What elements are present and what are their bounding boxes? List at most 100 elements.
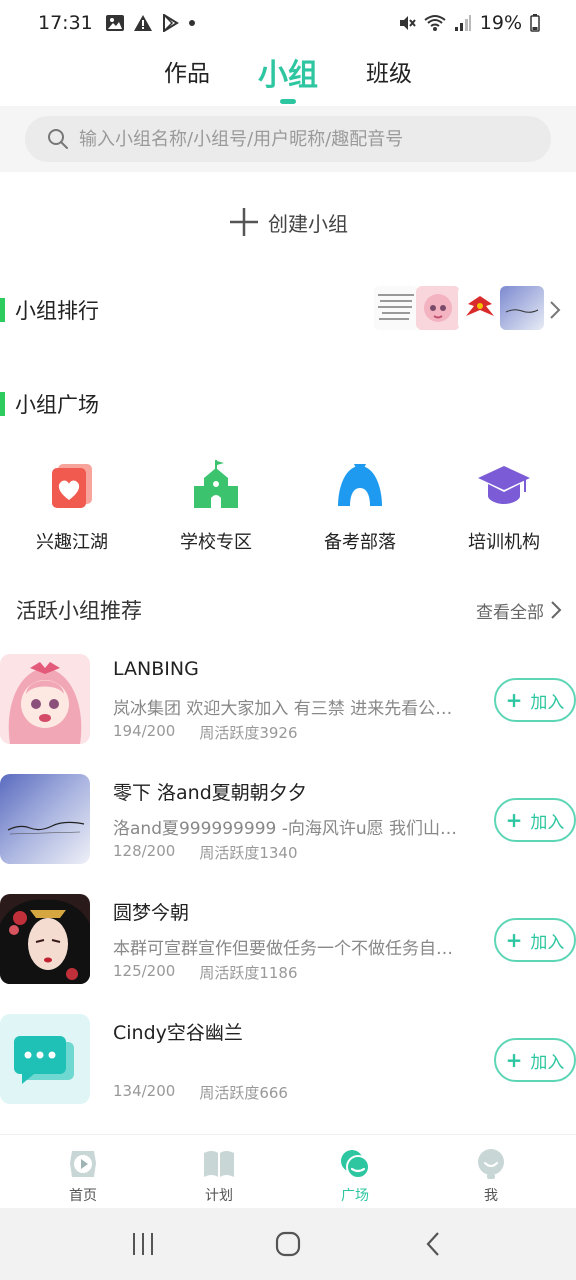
plus-icon: +	[505, 928, 523, 952]
status-bar: 17:31 19%	[0, 0, 576, 46]
system-nav-bar	[0, 1208, 576, 1280]
plus-icon: +	[505, 808, 523, 832]
dot-icon	[188, 20, 195, 26]
ranking-thumb-1	[374, 286, 418, 330]
recent-apps-icon	[132, 1233, 153, 1255]
join-button[interactable]: + 加入	[494, 1038, 576, 1082]
plaza-label: 学校专区	[180, 532, 252, 553]
group-name: LANBING	[113, 658, 199, 680]
nav-item-me[interactable]: 我	[423, 1135, 559, 1208]
school-building-icon	[194, 460, 238, 508]
play-store-icon	[162, 14, 179, 32]
nav-item-home[interactable]: 首页	[15, 1135, 151, 1208]
group-list-item[interactable]: Cindy空谷幽兰 134/200 周活跃度666 + 加入	[0, 1014, 576, 1114]
heart-card-icon	[52, 464, 92, 508]
plaza-label: 备考部落	[324, 532, 396, 553]
plaza-label: 培训机构	[468, 532, 540, 553]
group-description: 本群可宣群宣作但要做任务一个不做任务自己…	[113, 939, 468, 959]
section-accent-bar	[0, 298, 5, 322]
signal-icon	[454, 15, 471, 31]
status-notification-icons	[105, 14, 197, 32]
nav-item-plaza[interactable]: 广场	[287, 1135, 423, 1208]
group-plaza-title: 小组广场	[15, 393, 99, 417]
tab-works[interactable]: 作品	[164, 54, 210, 104]
search-box[interactable]	[25, 116, 551, 162]
create-group-button[interactable]: 创建小组	[0, 196, 576, 248]
tab-groups[interactable]: 小组	[258, 50, 318, 104]
group-name: 圆梦今朝	[113, 902, 190, 924]
plaza-label: 兴趣江湖	[36, 532, 108, 553]
group-list-item[interactable]: 零下 洛and夏朝朝夕夕 洛and夏999999999 -向海风许u愿 我们山海…	[0, 774, 576, 874]
group-meta: 194/200 周活跃度3926	[113, 722, 298, 743]
group-list-item[interactable]: LANBING 岚冰集团 欢迎大家加入 有三禁 进来先看公告… 194/200 …	[0, 654, 576, 754]
join-label: 加入	[530, 692, 565, 713]
section-accent-bar	[0, 392, 5, 416]
ranking-thumb-4	[500, 286, 544, 330]
view-all-link[interactable]: 查看全部	[476, 598, 562, 623]
join-label: 加入	[530, 932, 565, 953]
chevron-right-icon	[551, 601, 562, 619]
back-icon	[426, 1232, 440, 1256]
wifi-icon	[424, 15, 446, 31]
plaza-item-interest[interactable]: 兴趣江湖	[0, 458, 144, 558]
plaza-item-exam[interactable]: 备考部落	[288, 458, 432, 558]
create-group-label: 创建小组	[268, 211, 348, 236]
nav-label: 计划	[205, 1188, 233, 1204]
battery-icon	[530, 14, 540, 32]
top-tabs: 作品 小组 班级	[0, 46, 576, 104]
join-button[interactable]: + 加入	[494, 678, 576, 722]
chat-bubble-icon	[341, 1150, 370, 1179]
nav-label: 首页	[69, 1188, 97, 1204]
plaza-categories: 兴趣江湖 学校专区 备考部落 培训机构	[0, 458, 576, 558]
group-activity: 周活跃度3926	[199, 724, 298, 742]
status-time: 17:31	[38, 12, 93, 34]
join-button[interactable]: + 加入	[494, 918, 576, 962]
nav-label: 我	[484, 1188, 498, 1204]
group-plaza-section: 小组广场	[0, 384, 576, 424]
group-name: Cindy空谷幽兰	[113, 1022, 243, 1044]
group-ranking-section[interactable]: 小组排行	[0, 286, 576, 330]
group-avatar	[0, 654, 90, 744]
chevron-right-icon	[550, 301, 561, 319]
plaza-item-training[interactable]: 培训机构	[432, 458, 576, 558]
group-member-count: 134/200	[113, 1082, 176, 1100]
tent-icon	[338, 464, 382, 506]
book-icon	[204, 1151, 234, 1177]
home-circle-icon	[275, 1231, 301, 1257]
view-all-label: 查看全部	[476, 602, 544, 623]
plaza-item-school[interactable]: 学校专区	[144, 458, 288, 558]
mute-icon	[399, 16, 416, 30]
home-button[interactable]	[258, 1219, 318, 1269]
search-icon	[48, 129, 68, 149]
image-icon	[105, 15, 124, 31]
play-icon	[70, 1151, 96, 1177]
group-meta: 134/200 周活跃度666	[113, 1082, 288, 1103]
ranking-thumb-2	[416, 286, 460, 330]
group-name: 零下 洛and夏朝朝夕夕	[113, 782, 307, 804]
join-label: 加入	[530, 812, 565, 833]
group-member-count: 125/200	[113, 962, 176, 980]
group-description: 岚冰集团 欢迎大家加入 有三禁 进来先看公告…	[113, 699, 468, 719]
search-input[interactable]	[79, 128, 519, 150]
nav-label: 广场	[341, 1188, 369, 1204]
join-label: 加入	[530, 1052, 565, 1073]
group-activity: 周活跃度666	[199, 1084, 288, 1102]
profile-icon	[478, 1149, 504, 1179]
ranking-thumbnails	[374, 286, 544, 330]
group-activity: 周活跃度1186	[199, 964, 298, 982]
group-member-count: 128/200	[113, 842, 176, 860]
ranking-thumb-3	[458, 286, 502, 330]
group-ranking-title: 小组排行	[15, 299, 99, 323]
group-activity: 周活跃度1340	[199, 844, 298, 862]
nav-item-plan[interactable]: 计划	[151, 1135, 287, 1208]
join-button[interactable]: + 加入	[494, 798, 576, 842]
group-list-item[interactable]: 圆梦今朝 本群可宣群宣作但要做任务一个不做任务自己… 125/200 周活跃度1…	[0, 894, 576, 994]
back-button[interactable]	[403, 1219, 463, 1269]
graduation-cap-icon	[478, 466, 530, 504]
active-groups-header: 活跃小组推荐 查看全部	[0, 590, 576, 630]
bottom-nav: 首页 计划 广场 我	[0, 1134, 576, 1208]
search-bar-container	[0, 106, 576, 172]
warning-icon	[133, 15, 152, 31]
recent-apps-button[interactable]	[113, 1219, 173, 1269]
tab-classes[interactable]: 班级	[366, 54, 412, 104]
